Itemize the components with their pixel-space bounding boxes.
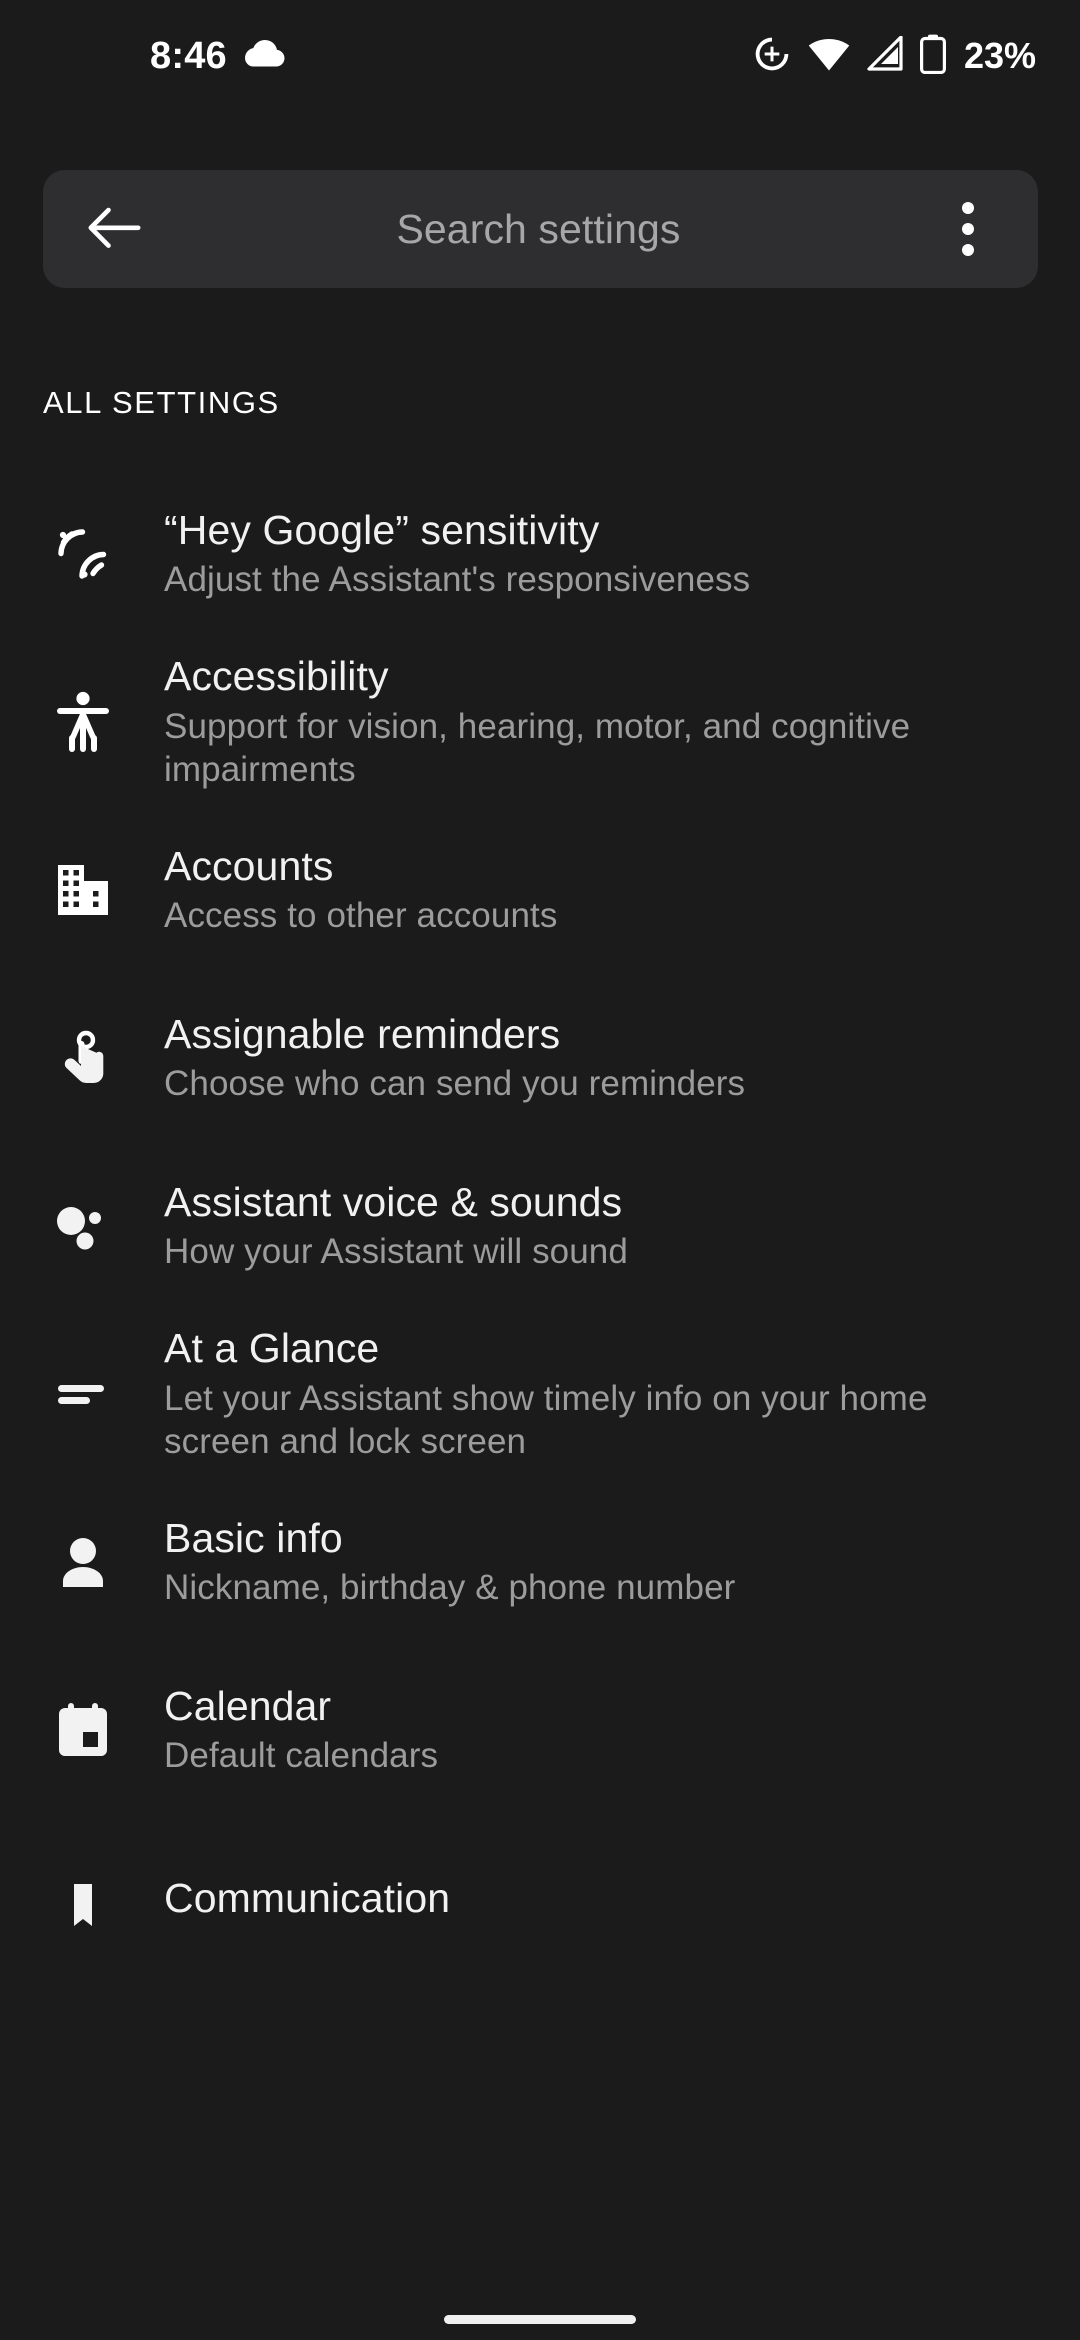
- wifi-icon: [808, 37, 850, 76]
- more-dot: [962, 223, 974, 235]
- list-item-title: “Hey Google” sensitivity: [164, 507, 600, 554]
- status-clock: 8:46: [150, 35, 227, 77]
- back-arrow-icon[interactable]: [77, 192, 151, 266]
- list-item-assignable-reminders[interactable]: Assignable reminders Choose who can send…: [0, 974, 1080, 1142]
- list-item-basic-info[interactable]: Basic info Nickname, birthday & phone nu…: [0, 1478, 1080, 1646]
- short-text-lines-icon: [0, 1379, 166, 1409]
- more-dot: [962, 202, 974, 214]
- list-item-title: Basic info: [164, 1515, 343, 1562]
- settings-list: “Hey Google” sensitivity Adjust the Assi…: [0, 470, 1080, 1982]
- accessibility-person-icon: [0, 691, 166, 753]
- list-item-text: Assignable reminders Choose who can send…: [164, 1010, 1020, 1106]
- list-item-hey-google-sensitivity[interactable]: “Hey Google” sensitivity Adjust the Assi…: [0, 470, 1080, 638]
- list-item-title: Assignable reminders: [164, 1011, 561, 1058]
- list-item-title: Accounts: [164, 843, 334, 890]
- location-crosshair-icon: [752, 34, 792, 79]
- sensitivity-waves-icon: [0, 523, 166, 585]
- list-item-title: Communication: [164, 1874, 451, 1921]
- list-item-assistant-voice-sounds[interactable]: Assistant voice & sounds How your Assist…: [0, 1142, 1080, 1310]
- search-bar[interactable]: Search settings: [43, 170, 1038, 288]
- assistant-dots-icon: [0, 1197, 166, 1255]
- list-item-text: At a Glance Let your Assistant show time…: [164, 1324, 1020, 1463]
- battery-icon: [919, 34, 946, 79]
- list-item-text: Communication: [164, 1874, 1020, 1922]
- calendar-icon: [0, 1701, 166, 1759]
- finger-string-reminder-icon: [0, 1026, 166, 1090]
- more-vertical-icon[interactable]: [936, 192, 1000, 266]
- list-item-text: Assistant voice & sounds How your Assist…: [164, 1178, 1020, 1274]
- list-item-communication[interactable]: Communication: [0, 1814, 1080, 1982]
- list-item-accounts[interactable]: Accounts Access to other accounts: [0, 806, 1080, 974]
- list-item-at-a-glance[interactable]: At a Glance Let your Assistant show time…: [0, 1310, 1080, 1478]
- status-bar-right: 23%: [752, 34, 1036, 79]
- list-item-subtitle: Support for vision, hearing, motor, and …: [164, 706, 911, 790]
- list-item-text: Calendar Default calendars: [164, 1682, 1020, 1778]
- list-item-title: At a Glance: [164, 1325, 380, 1372]
- list-item-subtitle: Adjust the Assistant's responsiveness: [164, 560, 751, 600]
- search-input[interactable]: Search settings: [141, 206, 936, 253]
- cloud-icon: [244, 39, 285, 73]
- section-header-all-settings: ALL SETTINGS: [43, 385, 280, 420]
- building-domain-icon: [0, 861, 166, 919]
- status-bar: 8:46 23%: [0, 0, 1080, 112]
- list-item-text: Accounts Access to other accounts: [164, 842, 1020, 938]
- person-icon: [0, 1535, 166, 1589]
- list-item-text: “Hey Google” sensitivity Adjust the Assi…: [164, 506, 1020, 602]
- list-item-title: Accessibility: [164, 653, 389, 700]
- home-gesture-pill[interactable]: [444, 2315, 636, 2324]
- list-item-calendar[interactable]: Calendar Default calendars: [0, 1646, 1080, 1814]
- more-dot: [962, 244, 974, 256]
- status-bar-left: 8:46: [150, 37, 285, 75]
- bookmark-partial-icon: [0, 1870, 166, 1926]
- list-item-subtitle: Access to other accounts: [164, 896, 558, 936]
- list-item-subtitle: How your Assistant will sound: [164, 1232, 628, 1272]
- cellular-signal-icon: [866, 34, 904, 77]
- list-item-accessibility[interactable]: Accessibility Support for vision, hearin…: [0, 638, 1080, 806]
- settings-screen: 8:46 23% Search settings ALL SETTINGS “H…: [0, 0, 1080, 2340]
- list-item-title: Calendar: [164, 1683, 332, 1730]
- list-item-subtitle: Let your Assistant show timely info on y…: [164, 1378, 928, 1462]
- list-item-title: Assistant voice & sounds: [164, 1179, 623, 1226]
- battery-percent-label: 23%: [963, 35, 1036, 76]
- list-item-subtitle: Default calendars: [164, 1736, 439, 1776]
- list-item-subtitle: Choose who can send you reminders: [164, 1064, 746, 1104]
- list-item-subtitle: Nickname, birthday & phone number: [164, 1568, 736, 1608]
- list-item-text: Basic info Nickname, birthday & phone nu…: [164, 1514, 1020, 1610]
- list-item-text: Accessibility Support for vision, hearin…: [164, 652, 1020, 791]
